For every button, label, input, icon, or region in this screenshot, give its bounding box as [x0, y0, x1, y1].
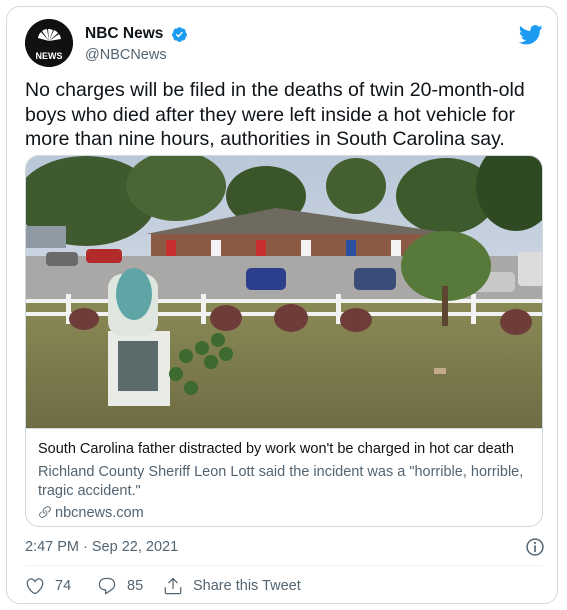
reply-bubble-icon — [98, 577, 116, 595]
share-icon — [164, 577, 182, 595]
link-chain-icon — [39, 506, 51, 518]
link-domain-text: nbcnews.com — [55, 505, 144, 521]
link-preview-card[interactable]: South Carolina father distracted by work… — [25, 155, 543, 527]
link-preview-image[interactable] — [26, 156, 542, 428]
link-domain[interactable]: nbcnews.com — [38, 505, 144, 521]
link-description: Richland County Sheriff Leon Lott said t… — [38, 464, 524, 499]
reply-count: 85 — [127, 578, 144, 594]
twitter-bird-icon[interactable] — [519, 25, 543, 45]
tweet-text: No charges will be filed in the deaths o… — [25, 79, 525, 150]
timestamp-row: 2:47 PM · Sep 22, 2021 — [25, 537, 545, 559]
tweet-card: NEWS NBC News @NBCNews No charges will b… — [6, 6, 558, 604]
nbc-peacock-logo: NEWS — [25, 19, 73, 67]
verified-badge-icon — [171, 26, 187, 42]
action-bar: 74 85 Share this Tweet — [25, 575, 545, 599]
share-button[interactable]: Share this Tweet — [163, 575, 301, 597]
account-info: NBC News @NBCNews — [85, 25, 188, 63]
link-title[interactable]: South Carolina father distracted by work… — [38, 441, 532, 457]
link-preview-meta: South Carolina father distracted by work… — [26, 428, 542, 526]
display-name[interactable]: NBC News — [85, 25, 163, 43]
avatar[interactable]: NEWS — [25, 19, 73, 67]
timestamp[interactable]: 2:47 PM · Sep 22, 2021 — [25, 539, 178, 555]
daycare-building-photo — [26, 156, 542, 428]
like-count: 74 — [55, 578, 72, 594]
heart-icon — [26, 578, 44, 595]
reply-button[interactable]: 85 — [97, 575, 143, 597]
avatar-label: NEWS — [36, 51, 63, 61]
divider — [25, 565, 543, 566]
tweet-header: NEWS NBC News @NBCNews — [25, 19, 545, 69]
handle[interactable]: @NBCNews — [85, 47, 188, 63]
info-icon[interactable] — [525, 537, 545, 557]
like-button[interactable]: 74 — [25, 575, 71, 597]
share-label: Share this Tweet — [193, 578, 301, 594]
